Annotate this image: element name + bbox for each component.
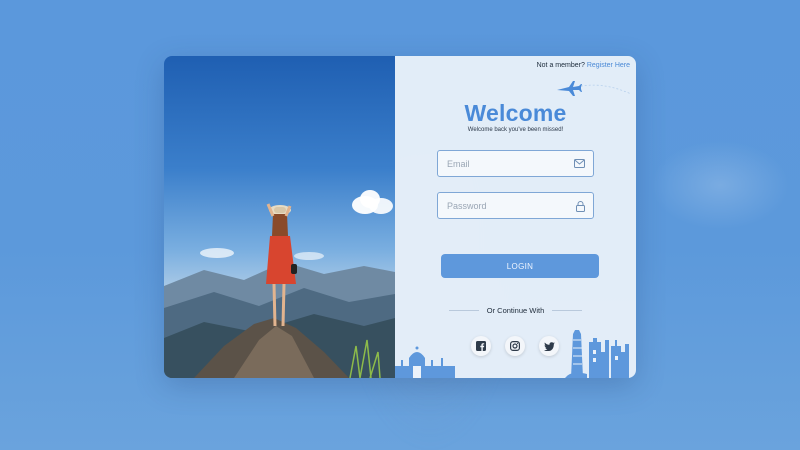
instagram-icon — [510, 341, 520, 351]
login-panel: Not a member? Register Here Welcome Welc… — [395, 56, 636, 378]
register-prompt: Not a member? Register Here — [537, 62, 630, 69]
login-card: Not a member? Register Here Welcome Welc… — [164, 56, 636, 378]
mail-icon — [574, 159, 585, 168]
facebook-icon — [476, 341, 486, 351]
register-link[interactable]: Register Here — [587, 62, 630, 69]
password-input[interactable] — [438, 193, 577, 218]
airplane-icon — [557, 81, 632, 96]
facebook-button[interactable] — [471, 336, 491, 356]
twitter-button[interactable] — [539, 336, 559, 356]
welcome-title: Welcome — [464, 100, 567, 126]
register-text: Not a member? — [536, 62, 585, 69]
city-skyline — [565, 330, 629, 378]
traveler-figure — [266, 203, 297, 327]
hero-photo — [164, 56, 395, 378]
email-input[interactable] — [438, 151, 577, 176]
lock-icon — [576, 201, 585, 212]
instagram-button[interactable] — [505, 336, 525, 356]
email-field[interactable] — [437, 150, 594, 177]
login-button[interactable]: LOGIN — [441, 254, 599, 278]
taj-mahal-skyline — [395, 346, 455, 378]
password-field[interactable] — [437, 192, 594, 219]
continue-with-label: Or Continue With — [486, 306, 545, 315]
background-cloud — [650, 140, 790, 230]
divider-right — [552, 310, 582, 311]
twitter-icon — [543, 341, 555, 351]
welcome-subtitle: Welcome back you've been missed! — [467, 127, 564, 133]
